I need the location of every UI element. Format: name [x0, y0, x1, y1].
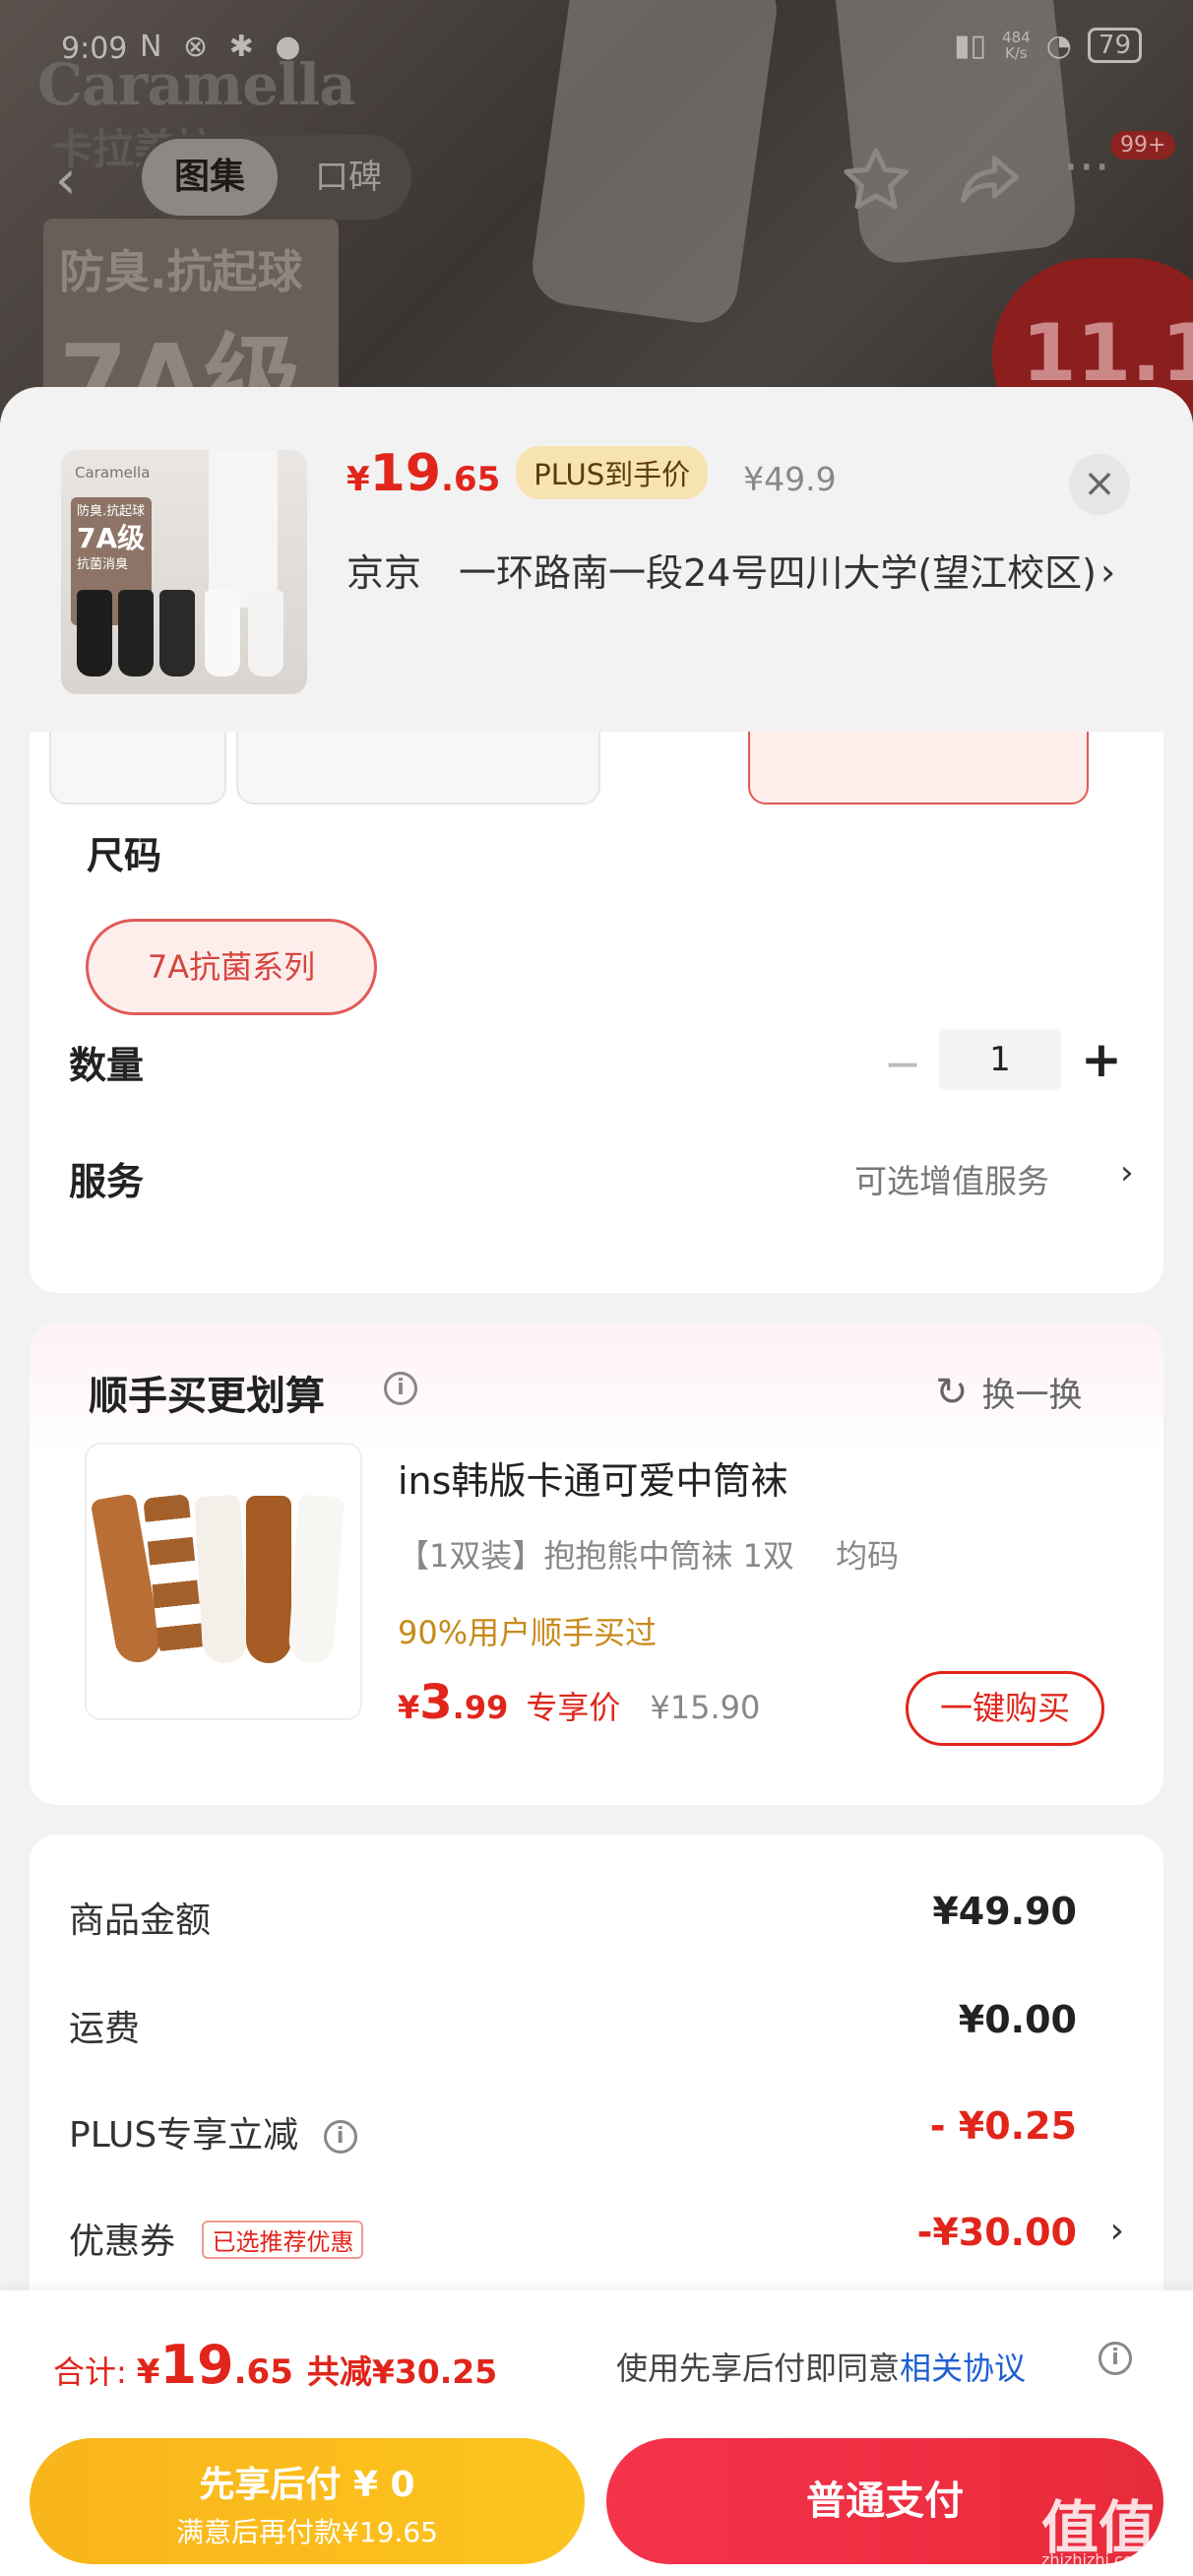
- bundle-price-currency: ¥: [398, 1689, 420, 1726]
- price: ¥19.65: [346, 444, 500, 503]
- summary-label-shipping: 运费: [69, 2009, 141, 2049]
- total-decimal: .65: [233, 2352, 293, 2392]
- price-currency: ¥: [346, 460, 370, 499]
- net-speed: 484 K/s: [1002, 29, 1031, 62]
- total-currency: ¥: [136, 2352, 160, 2392]
- close-icon[interactable]: ×: [1069, 454, 1130, 515]
- back-icon[interactable]: ‹: [55, 153, 114, 212]
- battery-indicator: 79: [1087, 28, 1142, 63]
- signal-icon: ▮▯: [954, 28, 987, 63]
- status-notification-icons: N ⊗ ✱ ●: [140, 30, 307, 64]
- status-bar: 9:09 N ⊗ ✱ ● ▮▯ 484 K/s ◔ 79: [0, 0, 1193, 98]
- chevron-right-icon[interactable]: ›: [1110, 2211, 1124, 2251]
- thumb-sock: [159, 590, 195, 676]
- pay-later-button[interactable]: 先享后付 ¥ 0 满意后再付款¥19.65: [30, 2438, 585, 2564]
- bundle-exclusive-tag: 专享价: [526, 1689, 621, 1726]
- sheet-header: Caramella 防臭.抗起球 7A级 抗菌消臭 ¥19.65 PLUS到手价…: [0, 387, 1193, 732]
- wifi-icon: ◔: [1045, 28, 1072, 63]
- gallery-tabs: 图集 口碑: [138, 135, 411, 220]
- favorite-star-icon[interactable]: [839, 143, 913, 218]
- status-time: 9:09: [61, 32, 128, 66]
- total-discount: 共减¥30.25: [306, 2352, 498, 2391]
- size-option-selected[interactable]: 7A抗菌系列: [86, 919, 377, 1015]
- swap-button[interactable]: ↻ 换一换: [935, 1368, 1083, 1416]
- quantity-decrease-button[interactable]: −: [878, 1037, 927, 1090]
- service-label: 服务: [69, 1160, 145, 1203]
- pay-later-label: 先享后付 ¥ 0: [199, 2465, 415, 2505]
- quantity-label: 数量: [69, 1044, 145, 1087]
- tab-gallery[interactable]: 图集: [142, 139, 278, 216]
- summary-value-coupon[interactable]: -¥30.00: [917, 2211, 1077, 2254]
- plus-discount-label: PLUS专享立减: [69, 2115, 299, 2156]
- bundle-product-name[interactable]: ins韩版卡通可爱中筒袜: [398, 1450, 787, 1505]
- bundle-product-image[interactable]: [85, 1443, 362, 1720]
- info-icon[interactable]: i: [1099, 2342, 1132, 2375]
- total-integer: 19: [159, 2334, 234, 2396]
- thumb-sock: [205, 590, 240, 676]
- summary-label-coupon[interactable]: 优惠券 已选推荐优惠: [69, 2213, 364, 2264]
- summary-value-goods: ¥49.90: [932, 1890, 1077, 1933]
- quantity-increase-button[interactable]: +: [1077, 1031, 1126, 1088]
- price-row: ¥19.65 PLUS到手价 ¥49.9: [346, 444, 837, 513]
- delivery-address[interactable]: 京京 一环路南一段24号四川大学(望江校区): [346, 547, 1134, 600]
- purchase-sheet: 尺码 7A抗菌系列 数量 − 1 + 服务 可选增值服务 › Caramella…: [0, 387, 1193, 2576]
- info-icon[interactable]: i: [384, 1372, 417, 1405]
- chevron-right-icon[interactable]: ›: [1100, 550, 1115, 594]
- bundle-sock: [194, 1494, 249, 1665]
- summary-value-shipping: ¥0.00: [958, 1998, 1077, 2041]
- bundle-price-decimal: .99: [452, 1689, 509, 1726]
- agreement-prefix: 使用先享后付即同意: [616, 2350, 901, 2387]
- bundle-card: 顺手买更划算 i ↻ 换一换 ins韩版卡通可爱中筒袜 【1双装】抱抱熊中筒袜 …: [30, 1322, 1163, 1805]
- agreement-link[interactable]: 相关协议: [900, 2350, 1026, 2387]
- watermark-url: zhizhizhi.com: [1041, 2550, 1149, 2569]
- one-click-buy-button[interactable]: 一键购买: [906, 1671, 1104, 1746]
- chevron-right-icon[interactable]: ›: [1120, 1153, 1134, 1192]
- bundle-sock: [287, 1494, 345, 1665]
- agreement-text: 使用先享后付即同意相关协议: [616, 2344, 1026, 2389]
- coupon-recommended-tag: 已选推荐优惠: [202, 2220, 364, 2259]
- spec-card: 尺码 7A抗菌系列 数量 − 1 + 服务 可选增值服务 ›: [30, 712, 1163, 1293]
- thumb-sock: [77, 590, 112, 676]
- total-label: 合计:: [53, 2353, 127, 2391]
- thumb-tag-line1: 防臭.抗起球: [77, 504, 146, 519]
- bundle-price-integer: 3: [419, 1675, 453, 1730]
- quantity-input[interactable]: 1: [939, 1029, 1061, 1090]
- bundle-original-price: ¥15.90: [650, 1689, 761, 1726]
- bundle-sock: [246, 1496, 291, 1663]
- summary-label-goods: 商品金额: [69, 1900, 212, 1941]
- thumb-tag-grade: 7A级: [77, 522, 146, 554]
- total-row: 合计: ¥19.65 共减¥30.25: [53, 2334, 497, 2396]
- product-thumbnail: Caramella 防臭.抗起球 7A级 抗菌消臭: [61, 450, 307, 694]
- size-title: 尺码: [87, 834, 162, 877]
- price-integer: 19: [369, 444, 442, 503]
- thumb-tag-line2: 抗菌消臭: [77, 557, 129, 572]
- thumb-sock: [118, 590, 154, 676]
- plus-price-tag: PLUS到手价: [516, 446, 709, 499]
- bundle-price: ¥3.99 专享价 ¥15.90: [398, 1675, 760, 1730]
- more-badge: 99+: [1110, 131, 1176, 160]
- gallery-badge-text: 防臭.抗起球: [59, 245, 303, 298]
- tab-reviews[interactable]: 口碑: [291, 139, 406, 216]
- thumb-leg-shape: [209, 450, 278, 608]
- pay-later-sublabel: 满意后再付款¥19.65: [176, 2516, 438, 2548]
- share-icon[interactable]: [951, 143, 1026, 218]
- top-nav: ‹ 图集 口碑 ··· 99+: [0, 131, 1193, 231]
- price-decimal: .65: [441, 460, 501, 499]
- checkout-footer: 合计: ¥19.65 共减¥30.25 使用先享后付即同意相关协议 i 先享后付…: [0, 2290, 1193, 2576]
- refresh-icon: ↻: [935, 1369, 969, 1415]
- original-price: ¥49.9: [743, 460, 837, 498]
- bundle-product-spec: 【1双装】抱抱熊中筒袜 1双 均码: [398, 1537, 900, 1575]
- coupon-label: 优惠券: [69, 2222, 176, 2262]
- thumb-sock: [248, 590, 283, 676]
- summary-label-plus: PLUS专享立减 i: [69, 2106, 357, 2157]
- summary-value-plus: - ¥0.25: [929, 2104, 1077, 2148]
- swap-label: 换一换: [981, 1376, 1083, 1415]
- service-value[interactable]: 可选增值服务: [854, 1155, 1049, 1202]
- info-icon[interactable]: i: [323, 2120, 357, 2154]
- thumb-brand: Caramella: [75, 464, 151, 482]
- bundle-buyers-stat: 90%用户顺手买过: [398, 1614, 658, 1651]
- bundle-title: 顺手买更划算: [89, 1374, 325, 1419]
